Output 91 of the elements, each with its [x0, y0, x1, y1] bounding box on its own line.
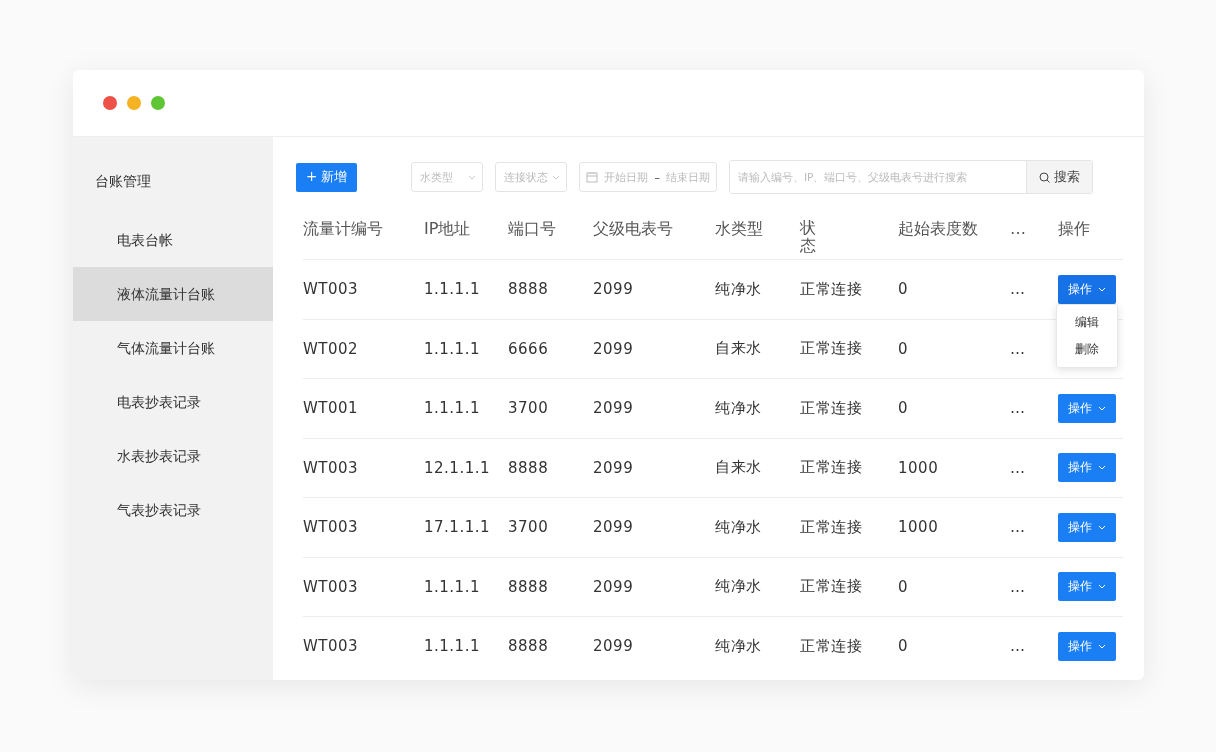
table-cell: 2099: [593, 319, 715, 379]
chevron-down-icon: [1098, 465, 1106, 471]
table-cell: 纯净水: [715, 260, 800, 320]
table-cell-text: 2099: [593, 636, 635, 658]
table-cell: 1000: [898, 438, 1010, 498]
sidebar-item[interactable]: 气体流量计台账: [73, 321, 273, 375]
table-cell: 正常连接: [800, 498, 898, 558]
table-cell: 正常连接: [800, 319, 898, 379]
table-cell: 1.1.1.1: [424, 557, 508, 617]
minimize-dot-icon[interactable]: [127, 96, 141, 110]
search-button[interactable]: 搜索: [1025, 161, 1092, 193]
column-header: IP地址: [424, 207, 508, 260]
table-cell: 纯净水: [715, 498, 800, 558]
table-cell: 8888: [508, 438, 593, 498]
column-header: 起始表度数: [898, 207, 1010, 260]
table-cell: 8888: [508, 557, 593, 617]
table-cell: 1.1.1.1: [424, 319, 508, 379]
table-cell: 纯净水: [715, 557, 800, 617]
table-cell: 正常连接: [800, 557, 898, 617]
table-cell: 1000: [898, 498, 1010, 558]
table-cell: 3700: [508, 498, 593, 558]
table-cell: 2099: [593, 379, 715, 439]
table-cell-text: 纯净水: [715, 635, 763, 657]
table-cell: 17.1.1.1: [424, 498, 508, 558]
table-cell-text: 正常连接: [800, 635, 863, 657]
table-cell: WT003: [303, 557, 424, 617]
chevron-down-icon: [1098, 524, 1106, 530]
column-header: …: [1010, 207, 1058, 260]
action-button[interactable]: 操作: [1058, 512, 1116, 542]
table-cell: 2099: [593, 260, 715, 320]
table-cell-text: 0: [898, 636, 910, 658]
search-icon: [1038, 171, 1050, 183]
column-header: 水类型: [715, 207, 800, 260]
table-cell: 0: [898, 557, 1010, 617]
chevron-down-icon: [1098, 286, 1106, 292]
chevron-down-icon: [1098, 584, 1106, 590]
table-cell: 1.1.1.1: [424, 379, 508, 439]
table-cell: 0: [898, 379, 1010, 439]
table-cell: 2099: [593, 498, 715, 558]
sidebar-item[interactable]: 电表抄表记录: [73, 375, 273, 429]
table-cell: 2099: [593, 438, 715, 498]
table-cell: 6666: [508, 319, 593, 379]
table-cell: WT002: [303, 319, 424, 379]
action-button[interactable]: 操作: [1058, 274, 1116, 304]
close-dot-icon[interactable]: [103, 96, 117, 110]
table-cell-text: 8888: [508, 636, 550, 658]
table-cell: 2099: [593, 557, 715, 617]
calendar-icon: [586, 171, 599, 183]
menu-item[interactable]: 编辑: [1057, 309, 1117, 336]
add-button[interactable]: + 新增: [296, 162, 358, 192]
table-cell: …: [1010, 319, 1058, 379]
table-cell: WT003: [303, 260, 424, 320]
column-header: 流量计编号: [303, 207, 424, 260]
chevron-down-icon: [1098, 405, 1106, 411]
sidebar-item[interactable]: 气表抄表记录: [73, 483, 273, 537]
sidebar-item[interactable]: 电表台帐: [73, 213, 273, 267]
column-header: 端口号: [508, 207, 593, 260]
action-button[interactable]: 操作: [1058, 572, 1116, 602]
table-cell: 0: [898, 319, 1010, 379]
table-cell: 1.1.1.1: [424, 260, 508, 320]
sidebar-heading: 台账管理: [94, 172, 152, 191]
maximize-dot-icon[interactable]: [151, 96, 165, 110]
action-button[interactable]: 操作: [1058, 631, 1116, 661]
table-cell: WT003: [303, 498, 424, 558]
table-cell: WT001: [303, 379, 424, 439]
menu-item[interactable]: 删除: [1057, 336, 1117, 363]
column-header: 操作: [1058, 207, 1123, 260]
action-button[interactable]: 操作: [1058, 393, 1116, 423]
sidebar-item[interactable]: 液体流量计台账: [73, 267, 273, 321]
table-cell-text: 1.1.1.1: [424, 636, 481, 658]
sidebar-item[interactable]: 水表抄表记录: [73, 429, 273, 483]
table-cell: 12.1.1.1: [424, 438, 508, 498]
table-cell: 8888: [508, 260, 593, 320]
table-cell: 0: [898, 260, 1010, 320]
date-range-field[interactable]: 开始日期 – 结束日期: [579, 162, 717, 192]
action-button[interactable]: 操作: [1058, 453, 1116, 483]
table-cell: 正常连接: [800, 438, 898, 498]
chevron-down-icon: [1098, 643, 1106, 649]
column-header: 父级电表号: [593, 207, 715, 260]
chevron-down-icon: [552, 174, 561, 180]
table-cell: 纯净水: [715, 379, 800, 439]
table-cell: 正常连接: [800, 260, 898, 320]
table-cell: WT003: [303, 438, 424, 498]
table-cell: 自来水: [715, 438, 800, 498]
table-cell: 正常连接: [800, 379, 898, 439]
table-cell-text: …: [1010, 636, 1027, 658]
column-header: 状态: [800, 219, 816, 255]
chevron-down-icon: [468, 174, 477, 180]
table-cell: 自来水: [715, 319, 800, 379]
table-cell-text: WT003: [303, 636, 360, 658]
table-cell: 3700: [508, 379, 593, 439]
